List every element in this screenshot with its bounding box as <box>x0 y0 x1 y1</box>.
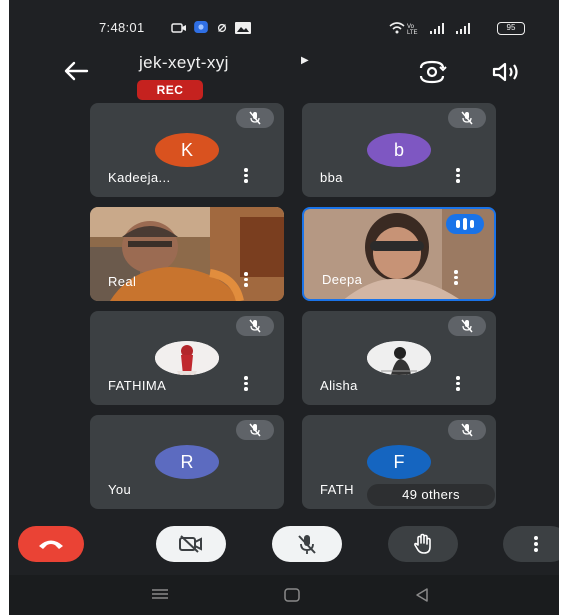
participant-name: Kadeeja... <box>108 170 171 185</box>
participant-name: Deepa <box>322 272 363 287</box>
gallery-notification-icon <box>235 22 251 34</box>
status-bar: 7:48:01 Vo LTE 95 <box>9 18 559 40</box>
mic-off-icon <box>461 423 473 437</box>
tile-menu-icon[interactable] <box>454 168 462 186</box>
participant-name: Alisha <box>320 378 358 393</box>
participant-video-tile-speaking[interactable]: Deepa <box>302 207 496 301</box>
recent-apps-icon[interactable] <box>150 587 170 601</box>
self-tile[interactable]: R You <box>90 415 284 509</box>
profile-photo <box>155 341 219 375</box>
mic-off-icon <box>249 111 261 125</box>
avatar: K <box>155 133 219 167</box>
wifi-icon <box>389 22 405 34</box>
settings-notification-icon <box>217 23 227 33</box>
clock: 7:48:01 <box>99 20 145 35</box>
avatar: b <box>367 133 431 167</box>
camera-off-icon <box>179 535 202 553</box>
muted-indicator <box>236 108 274 128</box>
tile-menu-icon[interactable] <box>452 270 460 288</box>
muted-indicator <box>448 420 486 440</box>
camera-toggle-button[interactable] <box>156 526 226 562</box>
app-notification-icon <box>194 21 208 33</box>
tile-menu-icon[interactable] <box>242 168 250 186</box>
raise-hand-button[interactable] <box>388 526 458 562</box>
tile-menu-icon[interactable] <box>454 376 462 394</box>
more-options-button[interactable] <box>503 526 559 562</box>
svg-text:LTE: LTE <box>407 30 418 34</box>
speaking-indicator <box>446 214 484 234</box>
participant-name: FATH <box>320 482 354 497</box>
speaker-icon[interactable] <box>490 60 522 84</box>
raise-hand-icon <box>414 533 431 554</box>
tile-menu-icon[interactable] <box>242 376 250 394</box>
participant-video-tile[interactable]: Real <box>90 207 284 301</box>
tile-menu-icon[interactable] <box>242 272 250 290</box>
participant-name: Real <box>108 274 137 289</box>
mic-off-icon <box>249 423 261 437</box>
meet-screen: 7:48:01 Vo LTE 95 jek-xeyt-xyj ▶ REC K Ka… <box>9 0 559 615</box>
muted-indicator <box>448 316 486 336</box>
mic-toggle-button[interactable] <box>272 526 342 562</box>
mic-off-icon <box>249 319 261 333</box>
avatar: R <box>155 445 219 479</box>
mic-off-icon <box>298 535 316 554</box>
mic-off-icon <box>461 319 473 333</box>
end-call-button[interactable] <box>18 526 84 562</box>
signal-icon-1 <box>430 23 444 34</box>
mic-off-icon <box>461 111 473 125</box>
avatar: F <box>367 445 431 479</box>
muted-indicator <box>448 108 486 128</box>
muted-indicator <box>236 316 274 336</box>
more-vert-icon <box>534 536 538 552</box>
participant-tile[interactable]: Alisha <box>302 311 496 405</box>
video-notification-icon <box>171 23 186 33</box>
participant-name: You <box>108 482 132 497</box>
recording-badge: REC <box>137 80 203 100</box>
back-nav-icon[interactable] <box>414 587 430 603</box>
switch-camera-icon[interactable] <box>415 58 449 86</box>
muted-indicator <box>236 420 274 440</box>
back-arrow-icon[interactable] <box>61 58 91 84</box>
signal-icon-2 <box>456 23 470 34</box>
system-nav-bar <box>9 575 559 615</box>
meeting-code[interactable]: jek-xeyt-xyj <box>139 53 229 73</box>
participant-tile[interactable]: b bba <box>302 103 496 197</box>
profile-photo <box>367 341 431 375</box>
home-icon[interactable] <box>283 587 301 603</box>
participant-name: FATHIMA <box>108 378 167 393</box>
battery-indicator: 95 <box>497 22 525 35</box>
participant-name: bba <box>320 170 343 185</box>
others-count-badge[interactable]: 49 others <box>367 484 495 506</box>
meeting-details-arrow-icon[interactable]: ▶ <box>301 55 309 66</box>
end-call-icon <box>39 540 63 549</box>
volte-icon: VoLTE <box>407 24 418 34</box>
participant-tile[interactable]: FATHIMA <box>90 311 284 405</box>
participant-tile[interactable]: K Kadeeja... <box>90 103 284 197</box>
